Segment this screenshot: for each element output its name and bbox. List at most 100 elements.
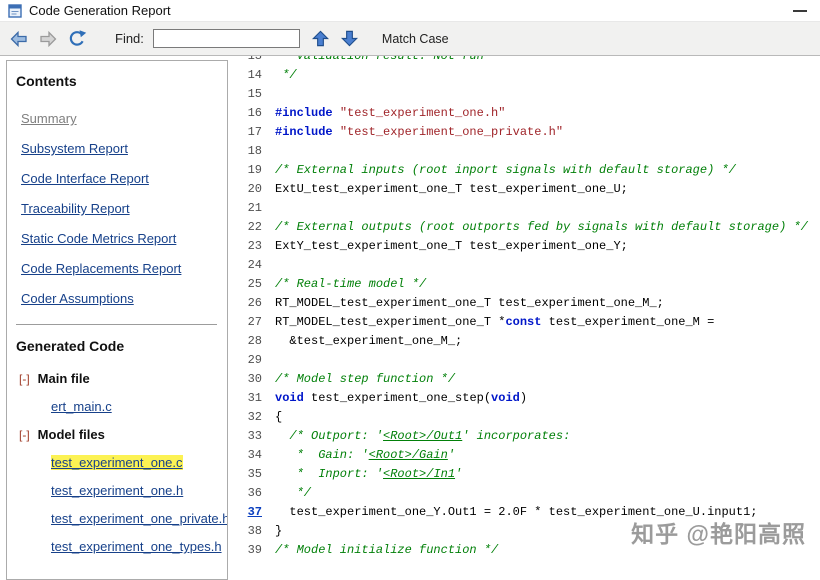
tree-collapse-icon[interactable]: [-] [19,428,30,442]
sidebar-item: Subsystem Report [21,134,225,164]
line-number: 15 [247,86,262,101]
code-plain: ExtY_test_experiment_one_T test_experime… [275,238,628,253]
tree-file-item: ert_main.c [16,393,225,421]
code-keyword: void [275,390,304,405]
code-text: &test_experiment_one_M_; [275,334,462,348]
refresh-button[interactable] [64,26,90,52]
code-comment: */ [275,67,297,82]
nav-link[interactable]: Code Interface Report [21,171,149,186]
code-line: 33 /* Outport: '<Root>/Out1' incorporate… [237,426,820,445]
code-line: 39 /* Model initialize function */ [237,540,820,559]
line-number: 35 [247,466,262,481]
code-plain: test_experiment_one_M = [541,314,715,329]
code-trace-link[interactable]: <Root>/In1 [383,467,455,481]
sidebar-item: Traceability Report [21,194,225,224]
file-link[interactable]: test_experiment_one_private.h [51,511,227,526]
code-comment: /* External outputs (root outports fed b… [275,219,808,234]
code-text: } [275,524,282,538]
line-number: 30 [247,371,262,386]
line-number: 22 [247,219,262,234]
line-number: 16 [247,105,262,120]
sidebar-item: Static Code Metrics Report [21,224,225,254]
line-number: 38 [247,523,262,538]
minimize-button[interactable] [792,3,808,19]
code-line: 15 [237,84,820,103]
code-comment: */ [275,485,312,500]
line-number: 14 [247,67,262,82]
code-text: #include "test_experiment_one.h" [275,106,505,120]
tree-group: [-] Main file [16,365,225,393]
code-text: */ [275,67,297,82]
back-button[interactable] [6,26,32,52]
sidebar-item: Summary [21,104,225,134]
code-preproc: #include [275,124,340,139]
nav-link[interactable]: Static Code Metrics Report [21,231,176,246]
line-number: 29 [247,352,262,367]
code-trace-link[interactable]: <Root>/Gain [369,448,448,462]
code-text: RT_MODEL_test_experiment_one_T test_expe… [275,296,664,310]
file-link[interactable]: test_experiment_one.c [51,455,183,470]
code-comment: * Validation result: Not run [275,56,484,63]
code-comment: /* Model initialize function */ [275,542,499,557]
code-text: * Validation result: Not run [275,56,484,63]
tree-file-item: test_experiment_one_types.h [16,533,225,561]
code-line: 14 */ [237,65,820,84]
code-text: void test_experiment_one_step(void) [275,391,527,405]
find-previous-button[interactable] [309,27,333,51]
code-plain: &test_experiment_one_M_; [275,333,463,348]
line-number: 32 [247,409,262,424]
line-number: 21 [247,200,262,215]
find-input[interactable] [152,29,300,48]
code-plain: RT_MODEL_test_experiment_one_T * [275,314,506,329]
tree-collapse-icon[interactable]: [-] [19,372,30,386]
window-title: Code Generation Report [29,3,171,18]
line-number: 31 [247,390,262,405]
code-trace-link[interactable]: <Root>/Out1 [383,429,462,443]
code-preproc: #include [275,105,340,120]
line-number-link[interactable]: 37 [237,505,262,519]
file-link[interactable]: test_experiment_one.h [51,483,183,498]
line-number: 18 [247,143,262,158]
code-comment: /* Real-time model */ [275,276,427,291]
nav-link[interactable]: Summary [21,111,77,126]
code-line: 38} [237,521,820,540]
code-plain: test_experiment_one_Y.Out1 = 2.0F * test… [275,504,758,519]
sidebar-divider [16,324,217,325]
code-text: /* Real-time model */ [275,277,426,291]
code-string: "test_experiment_one_private.h" [339,124,564,139]
code-line: 20 ExtU_test_experiment_one_T test_experi… [237,179,820,198]
nav-link[interactable]: Subsystem Report [21,141,128,156]
match-case-toggle[interactable]: Match Case [382,32,449,46]
code-line: 22 /* External outputs (root outports fed… [237,217,820,236]
code-line: 17 #include "test_experiment_one_private.… [237,122,820,141]
code-line: 34 * Gain: '<Root>/Gain' [237,445,820,464]
find-next-button[interactable] [338,27,362,51]
code-comment: /* Outport: ' [275,428,384,443]
nav-link[interactable]: Code Replacements Report [21,261,181,276]
main-area: Contents Summary Subsystem Report Code Int… [0,56,820,580]
sidebar-item: Coder Assumptions [21,284,225,314]
nav-link[interactable]: Traceability Report [21,201,130,216]
file-link[interactable]: ert_main.c [51,399,112,414]
line-number: 23 [247,238,262,253]
app-icon [8,3,22,18]
code-line: 28 &test_experiment_one_M_; [237,331,820,350]
code-text: /* Model step function */ [275,372,455,386]
file-link[interactable]: test_experiment_one_types.h [51,539,222,554]
code-line: 19 /* External inputs (root inport signal… [237,160,820,179]
code-line: 26 RT_MODEL_test_experiment_one_T test_ex… [237,293,820,312]
nav-link[interactable]: Coder Assumptions [21,291,134,306]
code-listing: 13 * Validation result: Not run14 */1516… [237,56,820,559]
code-line: 23 ExtY_test_experiment_one_T test_experi… [237,236,820,255]
code-string: "test_experiment_one.h" [339,105,506,120]
code-comment: /* External inputs (root inport signals … [275,162,736,177]
line-number: 27 [247,314,262,329]
code-line: 16 #include "test_experiment_one.h" [237,103,820,122]
forward-arrow-icon [40,30,57,47]
code-comment: * Inport: ' [275,466,384,481]
code-line: 31 void test_experiment_one_step(void) [237,388,820,407]
code-text: test_experiment_one_Y.Out1 = 2.0F * test… [275,505,757,519]
line-number: 39 [247,542,262,557]
forward-button[interactable] [35,26,61,52]
tree-group-label: Model files [37,427,105,442]
